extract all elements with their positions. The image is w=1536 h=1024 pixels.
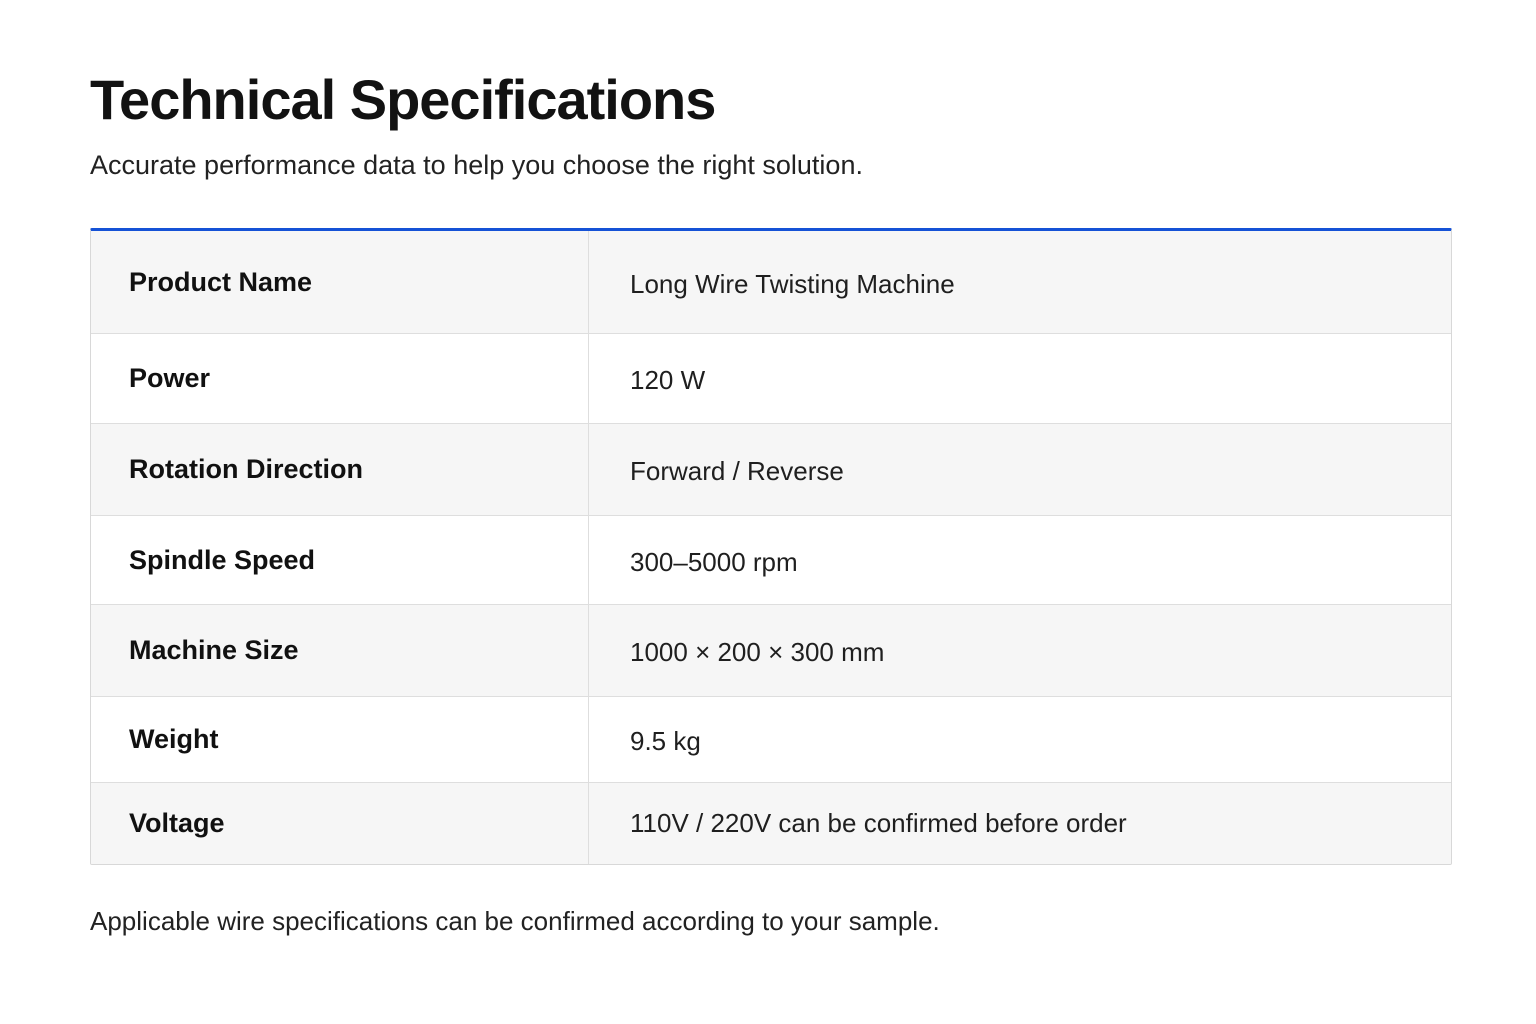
- spec-row-rotation-direction: Rotation Direction Forward / Reverse: [91, 423, 1451, 515]
- spec-label: Rotation Direction: [91, 424, 589, 515]
- spec-row-weight: Weight 9.5 kg: [91, 696, 1451, 782]
- spec-label: Voltage: [91, 783, 589, 864]
- spec-value: 110V / 220V can be confirmed before orde…: [630, 808, 1127, 838]
- spec-label: Machine Size: [91, 605, 589, 696]
- spec-label: Spindle Speed: [91, 516, 589, 604]
- spec-label: Product Name: [91, 231, 589, 333]
- spec-value: 300–5000 rpm: [630, 546, 798, 577]
- page-title: Technical Specifications: [90, 68, 716, 131]
- spec-label: Weight: [91, 697, 589, 782]
- spec-row-voltage: Voltage 110V / 220V can be confirmed bef…: [91, 782, 1451, 864]
- spec-value: 1000 × 200 × 300 mm: [630, 637, 885, 667]
- spec-row-product-name: Product Name Long Wire Twisting Machine: [91, 231, 1451, 333]
- spec-value: 120 W: [630, 365, 706, 395]
- spec-value: 9.5 kg: [630, 726, 701, 756]
- spec-label: Power: [91, 334, 589, 423]
- spec-page: Technical Specifications Accurate perfor…: [90, 62, 1452, 936]
- page-subtitle: Accurate performance data to help you ch…: [90, 150, 863, 180]
- spec-row-power: Power 120 W: [91, 333, 1451, 423]
- spec-row-spindle-speed: Spindle Speed 300–5000 rpm: [91, 515, 1451, 604]
- spec-row-machine-size: Machine Size 1000 × 200 × 300 mm: [91, 604, 1451, 696]
- spec-value: Forward / Reverse: [630, 456, 844, 486]
- spec-table: Product Name Long Wire Twisting Machine …: [90, 228, 1452, 865]
- spec-value: Long Wire Twisting Machine: [630, 268, 955, 299]
- footer-note: Applicable wire specifications can be co…: [90, 906, 940, 936]
